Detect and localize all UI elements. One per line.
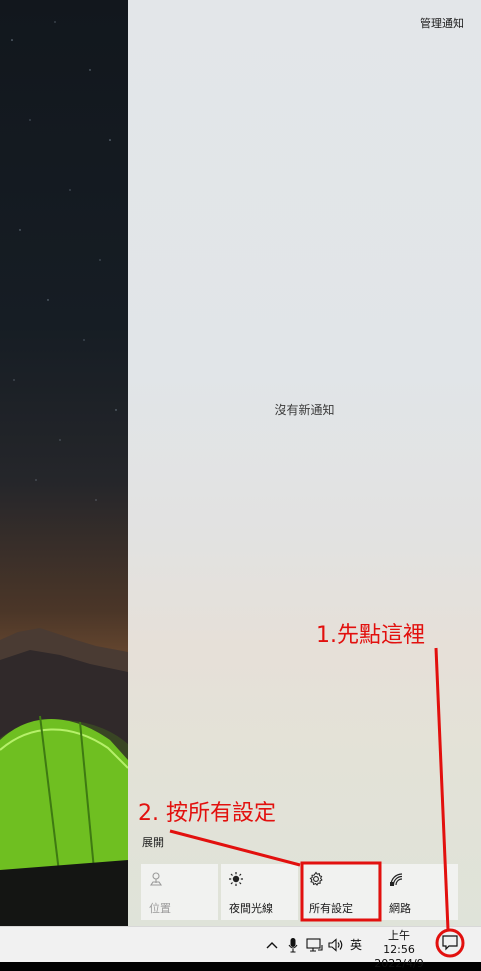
- taskbar: 英 上午 12:56 2022/4/9: [0, 926, 481, 970]
- manage-notifications-link[interactable]: 管理通知: [420, 15, 464, 31]
- network-icon[interactable]: [306, 937, 324, 953]
- clock-date: 2022/4/9: [374, 957, 424, 970]
- night-light-icon: [229, 872, 243, 886]
- no-new-notifications-text: 沒有新通知: [274, 403, 335, 417]
- network-icon: [390, 873, 403, 886]
- desktop-wallpaper: [0, 0, 128, 926]
- expand-quick-actions-link[interactable]: 展開: [142, 834, 164, 850]
- quick-action-label: 網路: [389, 902, 411, 915]
- quick-action-label: 夜間光線: [229, 902, 273, 915]
- wallpaper-landscape: [0, 21, 128, 926]
- quick-action-night-light[interactable]: 夜間光線: [221, 864, 298, 920]
- location-icon: [149, 872, 163, 886]
- ime-language-indicator[interactable]: 英: [350, 936, 362, 953]
- show-hidden-icons-chevron-icon[interactable]: [266, 937, 278, 953]
- microphone-icon[interactable]: [287, 937, 299, 953]
- clock-time: 上午 12:56: [383, 929, 415, 956]
- settings-gear-icon: [309, 871, 323, 886]
- action-center-panel: 管理通知 沒有新通知 展開 位置 夜間光線 所有設定 網路: [128, 0, 481, 926]
- step2-annotation: 2. 按所有設定: [138, 801, 276, 826]
- volume-icon[interactable]: [328, 937, 344, 953]
- quick-action-label: 位置: [149, 902, 171, 915]
- action-center-icon[interactable]: [441, 934, 459, 952]
- quick-action-all-settings[interactable]: 所有設定: [301, 864, 378, 920]
- quick-action-label: 所有設定: [309, 902, 353, 915]
- step1-annotation: 1.先點這裡: [316, 623, 425, 648]
- quick-action-location[interactable]: 位置: [141, 864, 218, 920]
- taskbar-clock[interactable]: 上午 12:56 2022/4/9: [372, 929, 426, 971]
- quick-action-network[interactable]: 網路: [381, 864, 458, 920]
